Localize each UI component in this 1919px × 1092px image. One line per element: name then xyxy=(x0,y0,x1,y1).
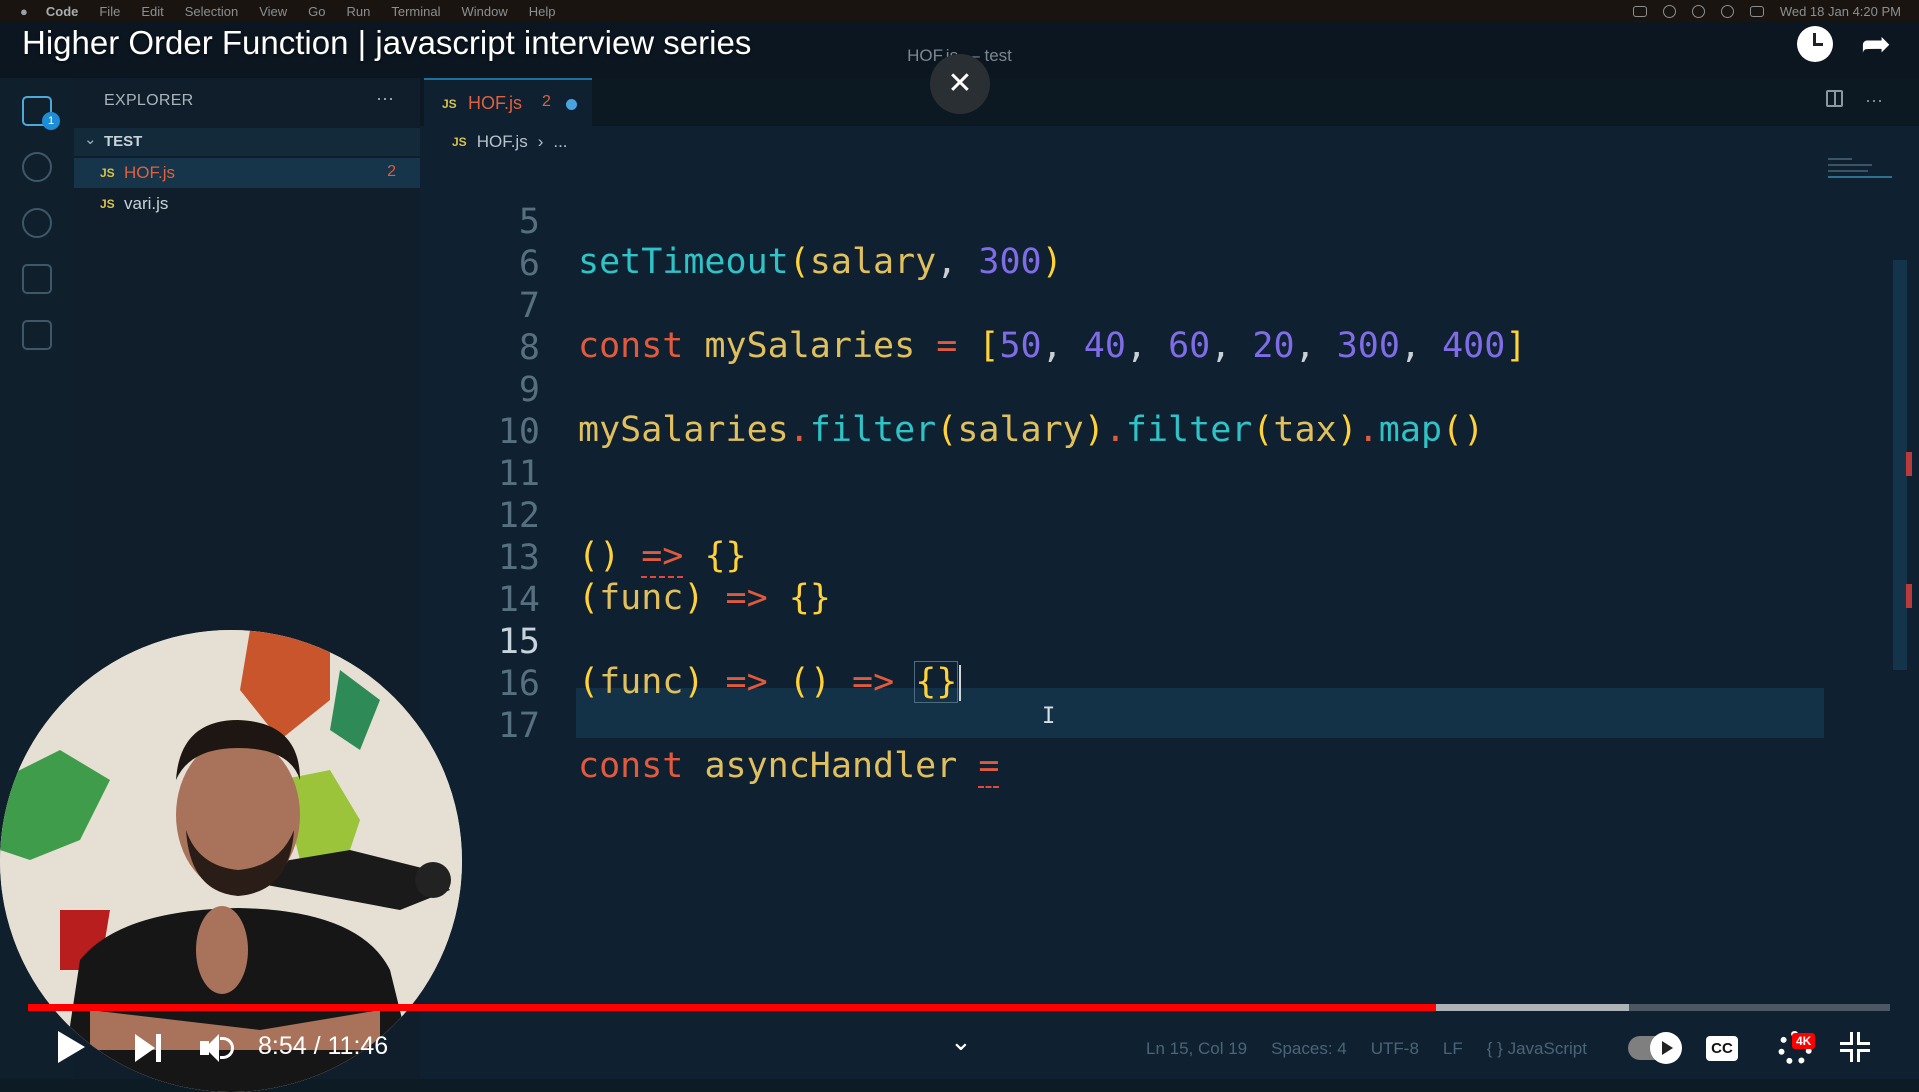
js-file-icon: JS xyxy=(100,166,115,180)
chevron-down-icon[interactable]: ⌄ xyxy=(950,1026,972,1057)
menu-window[interactable]: Window xyxy=(461,4,507,19)
js-file-icon: JS xyxy=(452,135,467,149)
autoplay-play-icon[interactable] xyxy=(1650,1032,1682,1064)
minimap[interactable] xyxy=(1828,158,1894,198)
error-marker xyxy=(1906,584,1912,608)
tab-hof-js[interactable]: JS HOF.js 2 xyxy=(424,78,592,126)
progress-played xyxy=(28,1004,1436,1011)
next-icon[interactable] xyxy=(135,1034,163,1062)
menu-view[interactable]: View xyxy=(259,4,287,19)
js-file-icon: JS xyxy=(100,197,115,211)
status-eol[interactable]: LF xyxy=(1443,1039,1463,1059)
folder-name[interactable]: TEST xyxy=(104,133,142,150)
control-center-icon[interactable] xyxy=(1749,5,1764,17)
watch-later-icon[interactable] xyxy=(1796,26,1833,62)
breadcrumb-file[interactable]: HOF.js xyxy=(477,132,528,152)
wifi-icon[interactable] xyxy=(1691,4,1705,18)
share-icon[interactable]: ➦ xyxy=(1861,26,1891,62)
chevron-right-icon: › xyxy=(537,132,544,151)
file-item-vari[interactable]: JS vari.js xyxy=(74,189,420,219)
file-item-hof[interactable]: JS HOF.js 2 xyxy=(74,158,420,188)
video-progress-bar[interactable] xyxy=(28,1004,1890,1011)
more-actions-icon[interactable]: ··· xyxy=(1865,90,1883,111)
editor-actions: ··· xyxy=(1826,90,1883,111)
facecam-video xyxy=(0,630,462,1092)
problem-count-badge: 2 xyxy=(387,163,396,180)
quality-badge: 4K xyxy=(1792,1033,1816,1049)
breadcrumb-symbol[interactable]: ... xyxy=(553,132,567,152)
play-icon[interactable] xyxy=(58,1031,85,1063)
unsaved-dot-icon[interactable] xyxy=(566,99,577,110)
status-icon[interactable] xyxy=(1662,4,1676,18)
menu-go[interactable]: Go xyxy=(308,4,325,19)
run-debug-icon[interactable] xyxy=(22,264,52,294)
tab-bar xyxy=(420,78,1919,126)
error-marker xyxy=(1906,452,1912,476)
file-name: HOF.js xyxy=(124,163,175,182)
editor-scrollbar[interactable] xyxy=(1893,260,1907,670)
close-icon[interactable]: ✕ xyxy=(930,54,990,114)
apple-icon[interactable]: ● xyxy=(20,4,28,19)
editor-status-bar: Ln 15, Col 19 Spaces: 4 UTF-8 LF { } Jav… xyxy=(1146,1039,1587,1059)
line-number: 17 xyxy=(497,706,540,746)
explorer-badge: 1 xyxy=(42,112,60,130)
ibeam-cursor-icon: I xyxy=(1042,704,1056,729)
tab-label: HOF.js xyxy=(468,93,522,113)
status-spaces[interactable]: Spaces: 4 xyxy=(1271,1039,1347,1059)
tab-problem-count: 2 xyxy=(542,93,551,110)
breadcrumb: JS HOF.js › ... xyxy=(452,132,568,152)
more-actions-icon[interactable]: ··· xyxy=(376,88,394,109)
file-name: vari.js xyxy=(124,194,169,213)
js-file-icon: JS xyxy=(442,97,457,111)
video-top-actions: ➦ xyxy=(1796,26,1891,62)
screen-record-icon[interactable] xyxy=(1632,5,1647,17)
split-editor-icon[interactable] xyxy=(1826,90,1844,107)
menu-run[interactable]: Run xyxy=(347,4,371,19)
captions-icon[interactable]: CC xyxy=(1706,1036,1738,1061)
status-position[interactable]: Ln 15, Col 19 xyxy=(1146,1039,1247,1059)
status-encoding[interactable]: UTF-8 xyxy=(1371,1039,1419,1059)
menu-code[interactable]: Code xyxy=(46,4,79,19)
status-language[interactable]: { } JavaScript xyxy=(1487,1039,1587,1059)
menu-edit[interactable]: Edit xyxy=(141,4,163,19)
presenter-image xyxy=(0,630,462,1092)
menu-file[interactable]: File xyxy=(99,4,120,19)
menu-help[interactable]: Help xyxy=(529,4,556,19)
explorer-title: EXPLORER xyxy=(104,92,194,109)
menubar-datetime[interactable]: Wed 18 Jan 4:20 PM xyxy=(1780,4,1901,19)
spotlight-icon[interactable] xyxy=(1720,4,1734,18)
source-control-icon[interactable] xyxy=(22,208,52,238)
video-title[interactable]: Higher Order Function | javascript inter… xyxy=(22,24,751,62)
menu-terminal[interactable]: Terminal xyxy=(391,4,440,19)
menu-selection[interactable]: Selection xyxy=(185,4,238,19)
chevron-down-icon[interactable]: ⌄ xyxy=(84,130,97,148)
code-line[interactable]: 17 const asyncHandler = xyxy=(430,666,1830,788)
code-text: const asyncHandler = xyxy=(578,746,1000,788)
mac-menu-bar: ● Code File Edit Selection View Go Run T… xyxy=(0,0,1919,22)
exit-fullscreen-icon[interactable] xyxy=(1840,1032,1870,1062)
extensions-icon[interactable] xyxy=(22,320,52,350)
search-icon[interactable] xyxy=(22,152,52,182)
time-display: 8:54 / 11:46 xyxy=(258,1032,389,1060)
